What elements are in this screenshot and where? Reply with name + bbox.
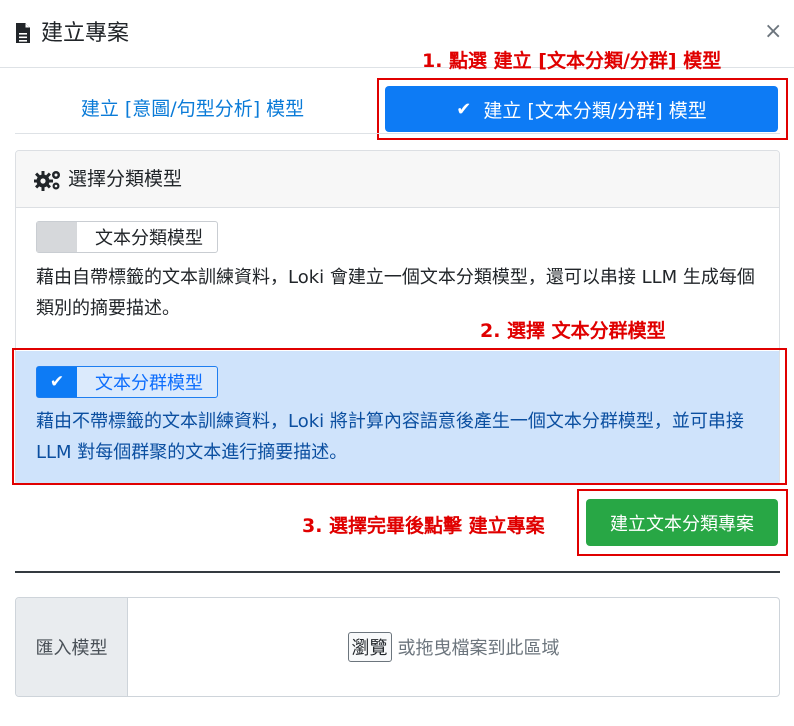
close-button[interactable]: × — [764, 17, 782, 47]
create-project-button[interactable]: 建立文本分類專案 — [586, 499, 778, 546]
modal-title: 建立專案 — [41, 21, 130, 46]
annotation-step-3: 3. 選擇完畢後點擊 建立專案 — [302, 515, 545, 537]
toggle-classification-label: 文本分類模型 — [95, 228, 203, 249]
cogs-icon — [34, 171, 60, 191]
import-model-group: 匯入模型 瀏覽 或拖曳檔案到此區域 — [15, 597, 780, 697]
annotation-step-1: 1. 點選 建立 [文本分類/分群] 模型 — [422, 50, 722, 72]
toggle-knob — [37, 222, 77, 252]
model-type-tabs: 建立 [意圖/句型分析] 模型 ✔ 建立 [文本分類/分群] 模型 — [15, 80, 780, 134]
divider — [15, 571, 780, 573]
toggle-classification[interactable]: 文本分類模型 — [36, 221, 218, 253]
browse-button[interactable]: 瀏覽 — [347, 632, 392, 662]
tab-text-model[interactable]: ✔ 建立 [文本分類/分群] 模型 — [385, 86, 778, 132]
file-icon — [16, 23, 30, 43]
import-model-label: 匯入模型 — [16, 598, 128, 696]
card-header-label: 選擇分類模型 — [68, 168, 183, 190]
check-icon: ✔ — [456, 98, 472, 120]
drop-hint: 或拖曳檔案到此區域 — [397, 638, 560, 659]
tab-text-model-label: 建立 [文本分類/分群] 模型 — [483, 99, 707, 122]
file-drop-zone[interactable]: 瀏覽 或拖曳檔案到此區域 — [128, 598, 779, 696]
tab-intent-model[interactable]: 建立 [意圖/句型分析] 模型 — [15, 80, 370, 134]
card-header: 選擇分類模型 — [16, 151, 779, 208]
highlight-box-2 — [12, 348, 787, 485]
classification-description: 藉由自帶標籤的文本訓練資料，Loki 會建立一個文本分類模型，還可以串接 LLM… — [36, 267, 755, 319]
annotation-step-2: 2. 選擇 文本分群模型 — [480, 320, 666, 342]
